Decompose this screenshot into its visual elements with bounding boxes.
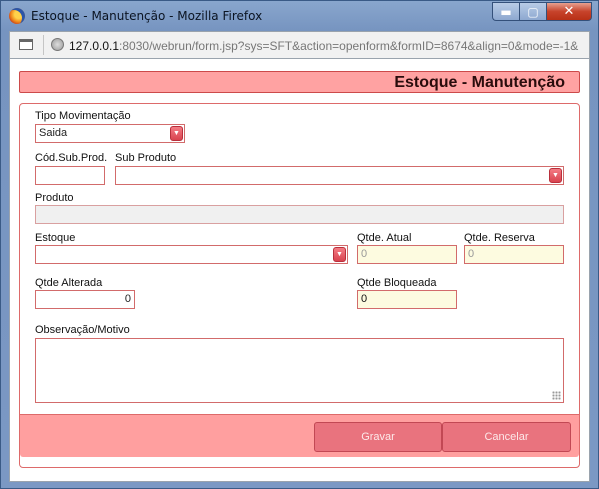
globe-icon[interactable] xyxy=(51,38,64,51)
chevron-down-icon[interactable]: ▼ xyxy=(333,247,346,262)
estoque-select[interactable]: ▼ xyxy=(35,245,348,264)
observacao-textarea[interactable] xyxy=(35,338,564,403)
qtde-reserva-label: Qtde. Reserva xyxy=(464,232,535,244)
produto-label: Produto xyxy=(35,192,74,204)
chevron-down-icon[interactable]: ▼ xyxy=(170,126,183,141)
form-title: Estoque - Manutenção xyxy=(394,74,565,91)
qtde-bloqueada-input[interactable]: 0 xyxy=(357,290,457,309)
close-button[interactable]: ✕ xyxy=(546,2,592,21)
tipo-movimentacao-value: Saida xyxy=(39,127,68,139)
cod-sub-prod-label: Cód.Sub.Prod. xyxy=(35,152,108,164)
window-title: Estoque - Manutenção - Mozilla Firefox xyxy=(31,9,263,23)
firefox-icon xyxy=(9,8,25,24)
sub-produto-select[interactable]: ▼ xyxy=(115,166,564,185)
page-content: Estoque - Manutenção Tipo Movimentação S… xyxy=(9,59,590,482)
url-text[interactable]: 127.0.0.1:8030/webrun/form.jsp?sys=SFT&a… xyxy=(69,39,584,53)
url-host: 127.0.0.1 xyxy=(69,39,120,53)
qtde-bloqueada-label: Qtde Bloqueada xyxy=(357,277,437,289)
qtde-atual-input: 0 xyxy=(357,245,457,264)
produto-input xyxy=(35,205,564,224)
browser-window: Estoque - Manutenção - Mozilla Firefox ▬… xyxy=(0,0,599,489)
form-panel: Tipo Movimentação Saida ▼ Cód.Sub.Prod. … xyxy=(19,103,580,468)
estoque-label: Estoque xyxy=(35,232,76,244)
page-icon xyxy=(19,39,33,50)
address-bar[interactable]: 127.0.0.1:8030/webrun/form.jsp?sys=SFT&a… xyxy=(9,31,590,59)
maximize-button[interactable]: ▢ xyxy=(519,2,546,21)
tipo-movimentacao-select[interactable]: Saida ▼ xyxy=(35,124,185,143)
sub-produto-label: Sub Produto xyxy=(115,152,177,164)
form-footer: Gravar Cancelar xyxy=(20,414,579,457)
title-bar[interactable]: Estoque - Manutenção - Mozilla Firefox ▬… xyxy=(1,1,598,31)
chevron-down-icon[interactable]: ▼ xyxy=(549,168,562,183)
url-path: :8030/webrun/form.jsp?sys=SFT&action=ope… xyxy=(119,39,579,53)
tipo-movimentacao-label: Tipo Movimentação xyxy=(35,110,131,122)
minimize-button[interactable]: ▬ xyxy=(492,2,519,21)
qtde-atual-label: Qtde. Atual xyxy=(357,232,412,244)
observacao-label: Observação/Motivo xyxy=(35,324,130,336)
window-controls: ▬ ▢ ✕ xyxy=(492,2,592,21)
qtde-reserva-input: 0 xyxy=(464,245,564,264)
cod-sub-prod-input[interactable] xyxy=(35,166,105,185)
address-divider xyxy=(43,35,44,55)
resize-grip-icon[interactable] xyxy=(552,391,561,400)
qtde-alterada-label: Qtde Alterada xyxy=(35,277,103,289)
qtde-alterada-input[interactable]: 0 xyxy=(35,290,135,309)
cancel-button[interactable]: Cancelar xyxy=(442,422,571,452)
form-header: Estoque - Manutenção xyxy=(19,71,580,93)
save-button[interactable]: Gravar xyxy=(314,422,442,452)
